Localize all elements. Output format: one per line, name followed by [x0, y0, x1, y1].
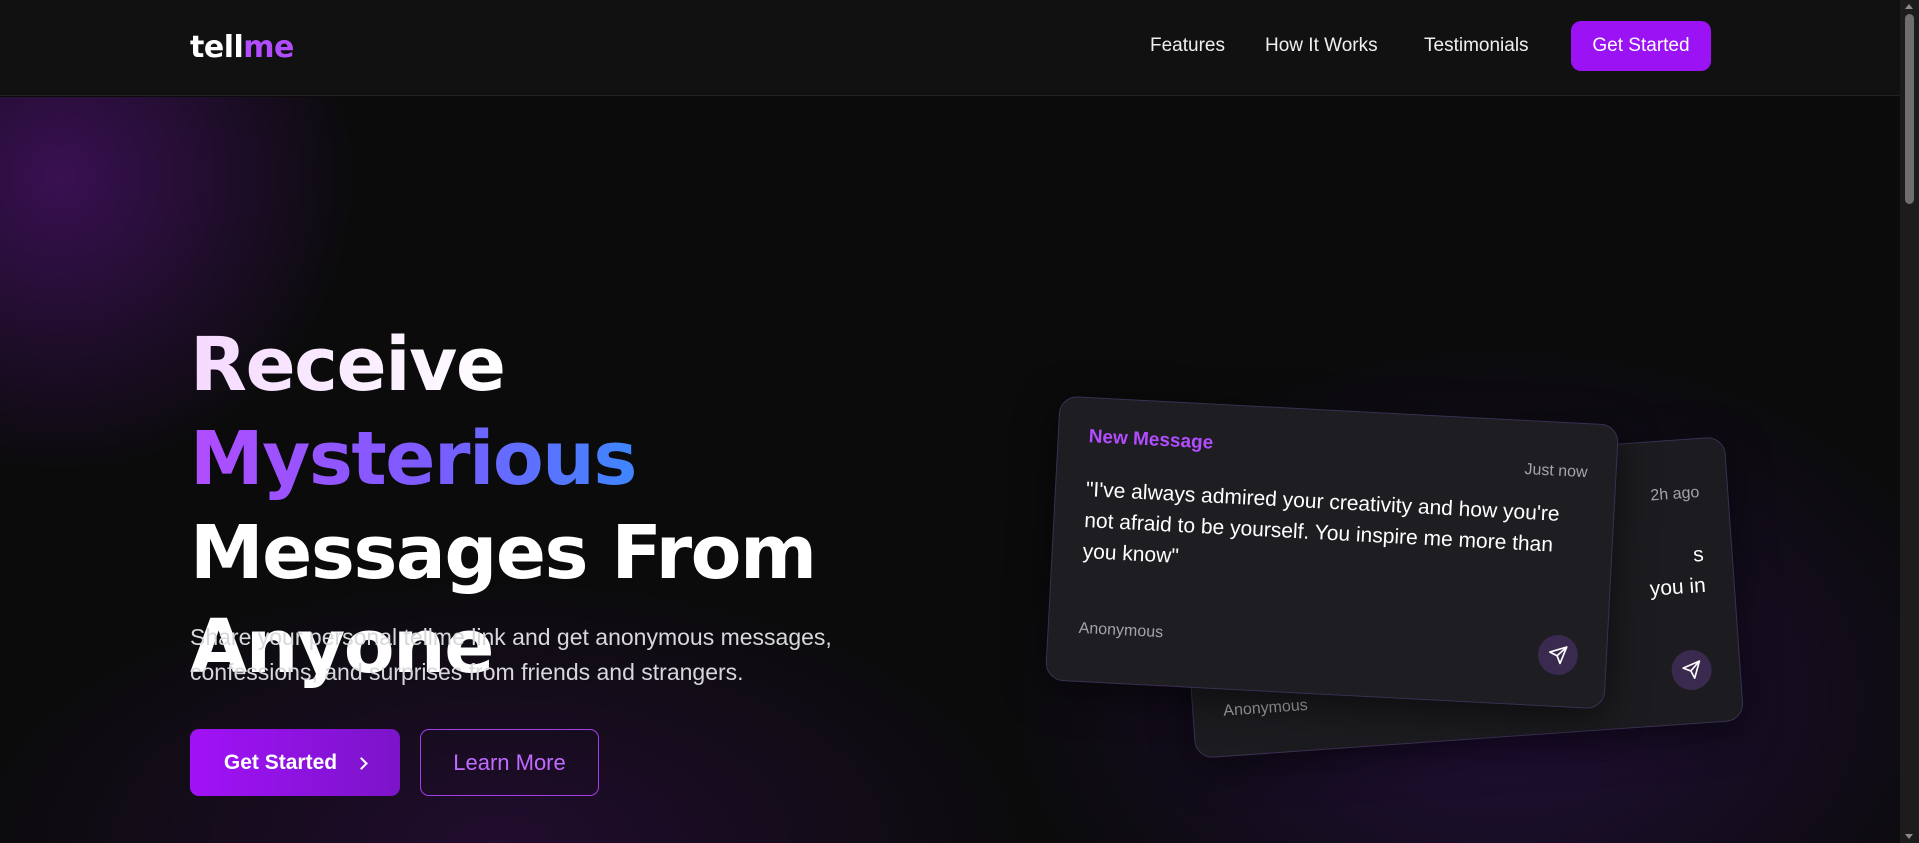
- message-sender: Anonymous: [1222, 696, 1309, 720]
- send-icon: [1682, 660, 1701, 679]
- scroll-down-icon[interactable]: [1905, 834, 1913, 839]
- hero-subtext: Share your personal tellme link and get …: [190, 624, 832, 685]
- message-time: 2h ago: [1649, 484, 1700, 505]
- scroll-thumb[interactable]: [1905, 14, 1914, 204]
- headline-accent: Mysterious: [190, 416, 637, 502]
- chevron-right-icon: [355, 757, 368, 770]
- nav-link-features[interactable]: Features: [1150, 35, 1225, 57]
- message-fragment: you in: [1649, 573, 1707, 601]
- message-body: "I've always admired your creativity and…: [1082, 478, 1561, 568]
- headline-line2: Messages From: [190, 510, 817, 596]
- hero-learn-more-button[interactable]: Learn More: [420, 729, 599, 796]
- send-reply-button[interactable]: [1536, 633, 1579, 676]
- brand-logo-part1: tell: [190, 30, 244, 65]
- nav-link-how-it-works[interactable]: How It Works: [1265, 35, 1378, 57]
- hero-get-started-button[interactable]: Get Started: [190, 729, 400, 796]
- headline-part1: Receive: [190, 322, 506, 408]
- message-sender: Anonymous: [1078, 619, 1164, 642]
- brand-logo-part2: me: [243, 30, 294, 65]
- hero-get-started-label: Get Started: [223, 750, 338, 774]
- brand-logo[interactable]: tellme: [190, 30, 294, 65]
- send-reply-button[interactable]: [1670, 648, 1713, 692]
- message-card-front: New Message Just now "I've always admire…: [1044, 395, 1620, 710]
- message-time: Just now: [1524, 460, 1588, 482]
- nav-link-testimonials[interactable]: Testimonials: [1424, 35, 1529, 57]
- message-title: New Message: [1088, 426, 1214, 454]
- site-header: tellme Features How It Works Testimonial…: [0, 0, 1900, 96]
- nav-get-started-button[interactable]: Get Started: [1571, 21, 1711, 71]
- send-icon: [1548, 646, 1568, 665]
- scroll-up-icon[interactable]: [1905, 4, 1913, 9]
- page-scrollbar[interactable]: [1900, 0, 1919, 843]
- message-fragment: s: [1692, 542, 1705, 567]
